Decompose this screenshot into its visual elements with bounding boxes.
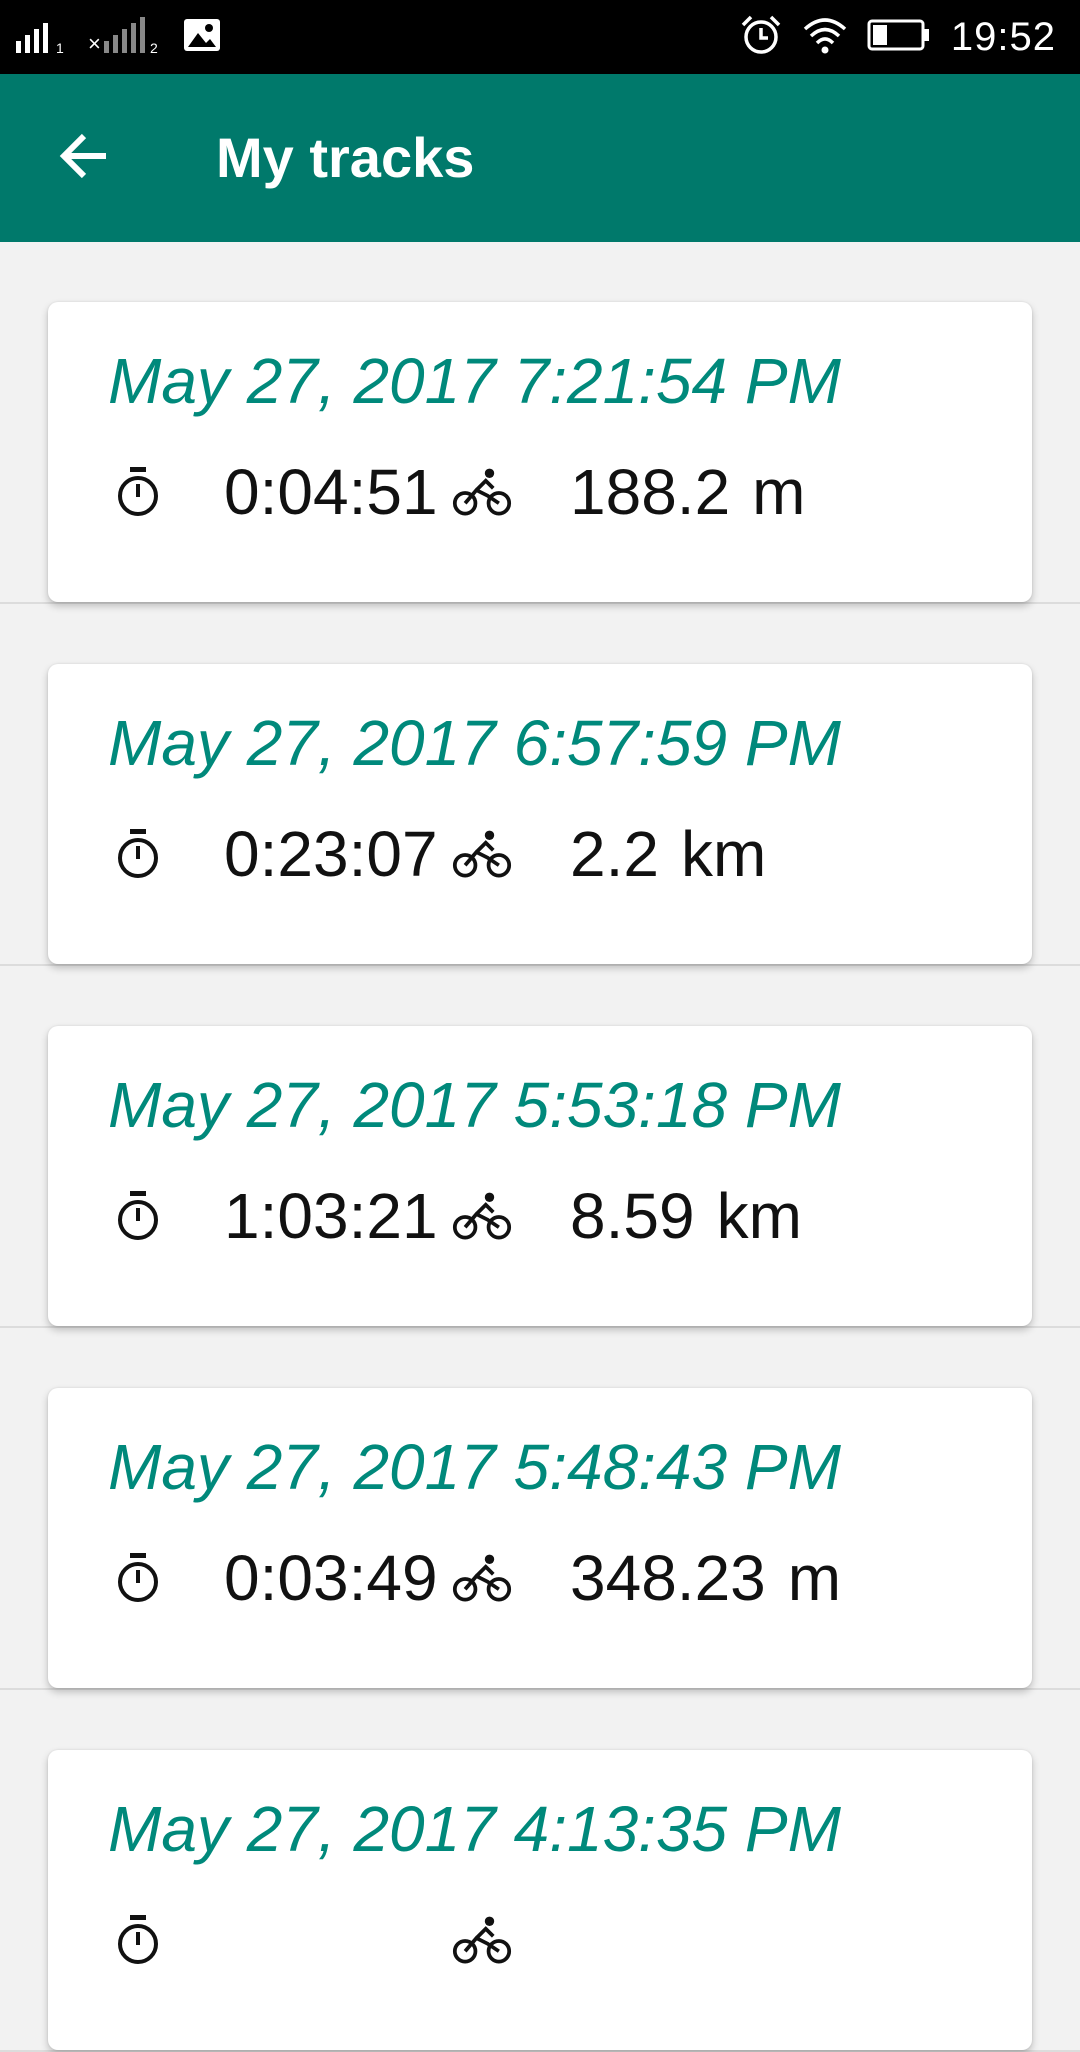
- track-date: May 27, 2017 6:57:59 PM: [108, 707, 841, 779]
- svg-text:×: ×: [88, 31, 101, 55]
- back-button[interactable]: [44, 118, 124, 198]
- battery-icon: [867, 18, 931, 57]
- arrow-left-icon: [58, 130, 110, 187]
- sim1-label: 1: [56, 40, 64, 55]
- track-duration: 0:03:49: [224, 1542, 438, 1614]
- track-distance: 188.2 m: [570, 455, 805, 529]
- track-stats: 0:04:51 188.2 m: [108, 452, 805, 532]
- distance-unit: km: [680, 818, 767, 890]
- distance-unit: km: [716, 1180, 802, 1252]
- distance-value: 8.59: [570, 1180, 695, 1252]
- stopwatch-icon: [108, 1548, 168, 1608]
- list-item: May 27, 2017 5:48:43 PM 0:03:49 348.23 m: [0, 1328, 1080, 1690]
- stopwatch-icon: [108, 1186, 168, 1246]
- bicycle-icon: [452, 1910, 512, 1970]
- sim2-label: 2: [150, 40, 158, 55]
- app-toolbar: My tracks: [0, 74, 1080, 242]
- track-duration: 0:23:07: [224, 818, 438, 890]
- track-date: May 27, 2017 7:21:54 PM: [108, 345, 841, 417]
- bicycle-icon: [452, 1548, 512, 1608]
- distance-value: 348.23: [570, 1542, 766, 1614]
- bicycle-icon: [452, 1186, 512, 1246]
- track-card[interactable]: May 27, 2017 6:57:59 PM 0:23:07 2.2 km: [48, 664, 1032, 964]
- list-item: May 27, 2017 7:21:54 PM 0:04:51 188.2 m: [0, 242, 1080, 604]
- track-stats: [108, 1900, 592, 1980]
- track-stats: 0:03:49 348.23 m: [108, 1538, 841, 1618]
- track-date: May 27, 2017 5:53:18 PM: [108, 1069, 841, 1141]
- status-time: 19:52: [950, 14, 1056, 59]
- track-date: May 27, 2017 5:48:43 PM: [108, 1431, 841, 1503]
- track-stats: 1:03:21 8.59 km: [108, 1176, 802, 1256]
- page-title: My tracks: [216, 126, 475, 189]
- signal-icon: 1: [16, 15, 70, 60]
- track-distance: 8.59 km: [570, 1179, 802, 1253]
- status-right: 19:52: [739, 10, 1056, 64]
- status-bar: 1 × 2 19:52: [0, 0, 1080, 74]
- distance-value: 2.2: [570, 818, 659, 890]
- distance-unit: m: [752, 456, 806, 528]
- bicycle-icon: [452, 462, 512, 522]
- stopwatch-icon: [108, 1910, 168, 1970]
- track-stats: 0:23:07 2.2 km: [108, 814, 766, 894]
- wifi-icon: [803, 15, 847, 60]
- list-item: May 27, 2017 4:13:35 PM: [0, 1690, 1080, 2052]
- track-distance: 2.2 km: [570, 817, 766, 891]
- track-duration: 0:04:51: [224, 456, 438, 528]
- track-card[interactable]: May 27, 2017 4:13:35 PM: [48, 1750, 1032, 2050]
- track-card[interactable]: May 27, 2017 5:48:43 PM 0:03:49 348.23 m: [48, 1388, 1032, 1688]
- stopwatch-icon: [108, 824, 168, 884]
- track-distance: [570, 1903, 592, 1977]
- bicycle-icon: [452, 824, 512, 884]
- track-card[interactable]: May 27, 2017 7:21:54 PM 0:04:51 188.2 m: [48, 302, 1032, 602]
- track-distance: 348.23 m: [570, 1541, 841, 1615]
- signal-off-icon: × 2: [88, 15, 164, 60]
- track-date: May 27, 2017 4:13:35 PM: [108, 1793, 841, 1865]
- stopwatch-icon: [108, 462, 168, 522]
- tracks-list[interactable]: May 27, 2017 7:21:54 PM 0:04:51 188.2 m M…: [0, 242, 1080, 2052]
- alarm-icon: [739, 13, 783, 62]
- distance-unit: m: [787, 1542, 842, 1614]
- gallery-icon: [182, 15, 222, 60]
- distance-value: 188.2: [570, 456, 731, 528]
- track-card[interactable]: May 27, 2017 5:53:18 PM 1:03:21 8.59 km: [48, 1026, 1032, 1326]
- status-left: 1 × 2: [16, 14, 222, 60]
- list-item: May 27, 2017 5:53:18 PM 1:03:21 8.59 km: [0, 966, 1080, 1328]
- list-item: May 27, 2017 6:57:59 PM 0:23:07 2.2 km: [0, 604, 1080, 966]
- track-duration: 1:03:21: [224, 1180, 438, 1252]
